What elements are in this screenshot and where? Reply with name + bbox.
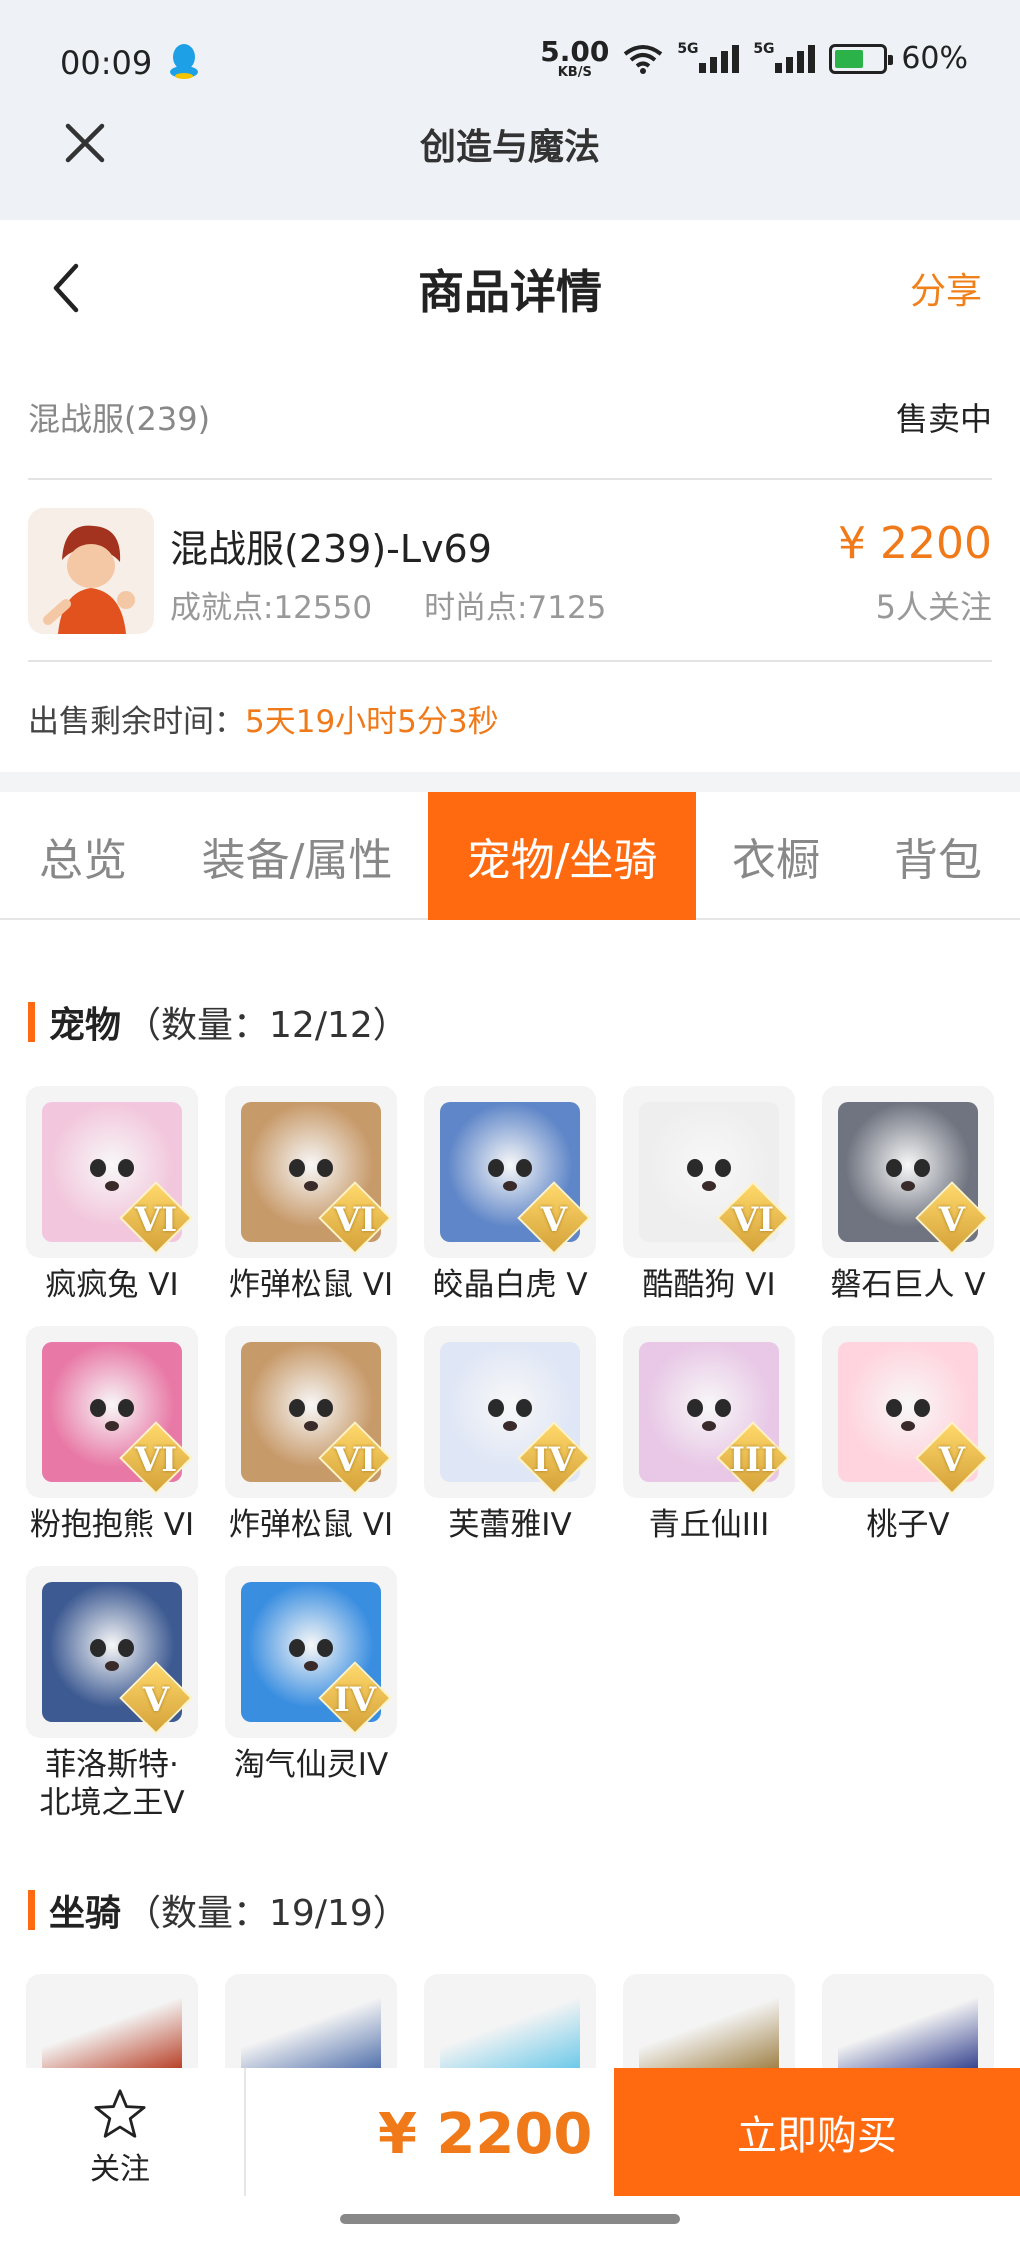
- item-summary[interactable]: 混战服(239)-Lv69 成就点:12550 时尚点:7125 ¥ 2200 5…: [28, 480, 992, 662]
- pet-rank: VI: [134, 1200, 178, 1240]
- pet-rank: IV: [333, 1680, 377, 1720]
- bottom-divider: [244, 2068, 246, 2196]
- pets-count: （数量：12/12）: [125, 1005, 409, 1046]
- pet-name: 炸弹松鼠 VI: [228, 1507, 394, 1543]
- pet-name: 皎晶白虎 V: [432, 1267, 588, 1303]
- pet-card[interactable]: VI 炸弹松鼠 VI: [225, 1086, 397, 1304]
- pet-rank: VI: [333, 1440, 377, 1480]
- achievement-points: 成就点:12550: [170, 590, 373, 626]
- pet-card[interactable]: V 桃子V: [822, 1326, 994, 1544]
- tab-equipment[interactable]: 装备/属性: [166, 792, 428, 920]
- remaining-time-label: 出售剩余时间：: [28, 704, 245, 740]
- item-name: 混战服(239)-Lv69: [170, 527, 492, 571]
- pet-name: 炸弹松鼠 VI: [228, 1267, 394, 1303]
- qq-icon: [170, 44, 198, 79]
- pet-name: 青丘仙III: [648, 1507, 770, 1543]
- server-name: 混战服(239): [28, 400, 211, 438]
- tab-wardrobe[interactable]: 衣橱: [696, 792, 856, 920]
- pet-card[interactable]: VI 粉抱抱熊 VI: [26, 1326, 198, 1544]
- app-title: 创造与魔法: [419, 127, 600, 168]
- follow-button[interactable]: 关注: [60, 2088, 180, 2188]
- pet-image: V: [822, 1326, 994, 1498]
- buy-now-button[interactable]: 立即购买: [614, 2068, 1020, 2196]
- pets-grid: VI 疯疯兔 VI VI 炸弹松鼠 VI V 皎晶白虎 V VI 酷酷狗 VI V 磐石巨人 VV…: [26, 1086, 994, 1822]
- pet-name: 疯疯兔 VI: [45, 1267, 179, 1303]
- section-accent-bar: [28, 1002, 35, 1042]
- detail-tabs: 总览 装备/属性 宠物/坐骑 衣橱 背包: [0, 792, 1020, 920]
- remaining-time-value: 5天19小时5分3秒: [245, 704, 499, 740]
- pet-rank: IV: [532, 1440, 576, 1480]
- follow-label: 关注: [90, 2152, 150, 2187]
- pet-rank: V: [938, 1200, 966, 1240]
- item-stats: 成就点:12550 时尚点:7125: [170, 582, 606, 627]
- page-header: 商品详情 分享: [0, 220, 1020, 360]
- pet-rank: V: [938, 1440, 966, 1480]
- page-title: 商品详情: [418, 265, 602, 319]
- item-price: ¥ 2200: [838, 518, 992, 569]
- pet-image: V: [822, 1086, 994, 1258]
- pet-card[interactable]: IV 芙蕾雅IV: [424, 1326, 596, 1544]
- section-divider: [0, 772, 1020, 792]
- tab-overview[interactable]: 总览: [0, 792, 166, 920]
- star-icon: [94, 2089, 146, 2138]
- net-speed: 5.00 KB/S: [540, 35, 610, 80]
- pets-section-title: 宠物 （数量：12/12）: [28, 996, 409, 1048]
- share-button[interactable]: 分享: [910, 262, 982, 314]
- tab-bag[interactable]: 背包: [856, 792, 1020, 920]
- app-top-bar: 00:09 5.00 KB/S 5G 5G 60% 创造与魔法: [0, 0, 1020, 220]
- pet-rank: V: [142, 1680, 170, 1720]
- mounts-title: 坐骑: [49, 1893, 122, 1934]
- remaining-time: 出售剩余时间：5天19小时5分3秒: [28, 696, 499, 741]
- pet-name: 磐石巨人 V: [830, 1267, 986, 1303]
- watchers-count: 5人关注: [875, 588, 992, 626]
- status-indicators: 5.00 KB/S 5G 5G 60%: [540, 35, 968, 80]
- home-indicator[interactable]: [340, 2214, 680, 2224]
- fashion-points: 时尚点:7125: [424, 590, 607, 626]
- pet-image: VI: [225, 1086, 397, 1258]
- pet-image: IV: [225, 1566, 397, 1738]
- character-avatar: [28, 508, 154, 634]
- status-time: 00:09: [60, 44, 153, 82]
- pet-rank: V: [540, 1200, 568, 1240]
- mounts-section-title: 坐骑 （数量：19/19）: [28, 1884, 409, 1936]
- pet-rank: VI: [731, 1200, 775, 1240]
- pet-name: 菲洛斯特· 北境之王V: [39, 1747, 185, 1821]
- pet-name: 芙蕾雅IV: [448, 1507, 572, 1543]
- pet-image: IV: [424, 1326, 596, 1498]
- pet-card[interactable]: III 青丘仙III: [623, 1326, 795, 1544]
- battery-icon: [829, 43, 894, 74]
- pet-image: III: [623, 1326, 795, 1498]
- pet-rank: VI: [134, 1440, 178, 1480]
- tab-pets-mounts[interactable]: 宠物/坐骑: [428, 792, 696, 920]
- pet-image: VI: [225, 1326, 397, 1498]
- bottom-price: ¥ 2200: [378, 2102, 593, 2167]
- signal-icon-2: 5G: [753, 41, 816, 73]
- battery-percent: 60%: [901, 41, 968, 76]
- server-row: 混战服(239) 售卖中: [28, 390, 992, 480]
- pet-card[interactable]: V 皎晶白虎 V: [424, 1086, 596, 1304]
- pet-name: 粉抱抱熊 VI: [29, 1507, 195, 1543]
- pet-name: 淘气仙灵IV: [233, 1747, 389, 1783]
- pet-card[interactable]: VI 疯疯兔 VI: [26, 1086, 198, 1304]
- pet-card[interactable]: IV 淘气仙灵IV: [225, 1566, 397, 1822]
- pet-image: V: [26, 1566, 198, 1738]
- pet-image: VI: [623, 1086, 795, 1258]
- signal-icon-1: 5G: [677, 41, 740, 73]
- mounts-count: （数量：19/19）: [125, 1893, 409, 1934]
- pet-image: VI: [26, 1326, 198, 1498]
- pet-card[interactable]: V 磐石巨人 V: [822, 1086, 994, 1304]
- pet-name: 桃子V: [866, 1507, 950, 1543]
- pet-image: V: [424, 1086, 596, 1258]
- pet-rank: VI: [333, 1200, 377, 1240]
- section-accent-bar: [28, 1890, 35, 1930]
- pet-image: VI: [26, 1086, 198, 1258]
- pets-title: 宠物: [49, 1005, 122, 1046]
- pet-name: 酷酷狗 VI: [642, 1267, 776, 1303]
- wifi-icon: [624, 44, 663, 74]
- sale-status: 售卖中: [895, 400, 992, 438]
- pet-card[interactable]: VI 酷酷狗 VI: [623, 1086, 795, 1304]
- pet-card[interactable]: V 菲洛斯特· 北境之王V: [26, 1566, 198, 1822]
- pet-rank: III: [729, 1440, 777, 1480]
- pet-card[interactable]: VI 炸弹松鼠 VI: [225, 1326, 397, 1544]
